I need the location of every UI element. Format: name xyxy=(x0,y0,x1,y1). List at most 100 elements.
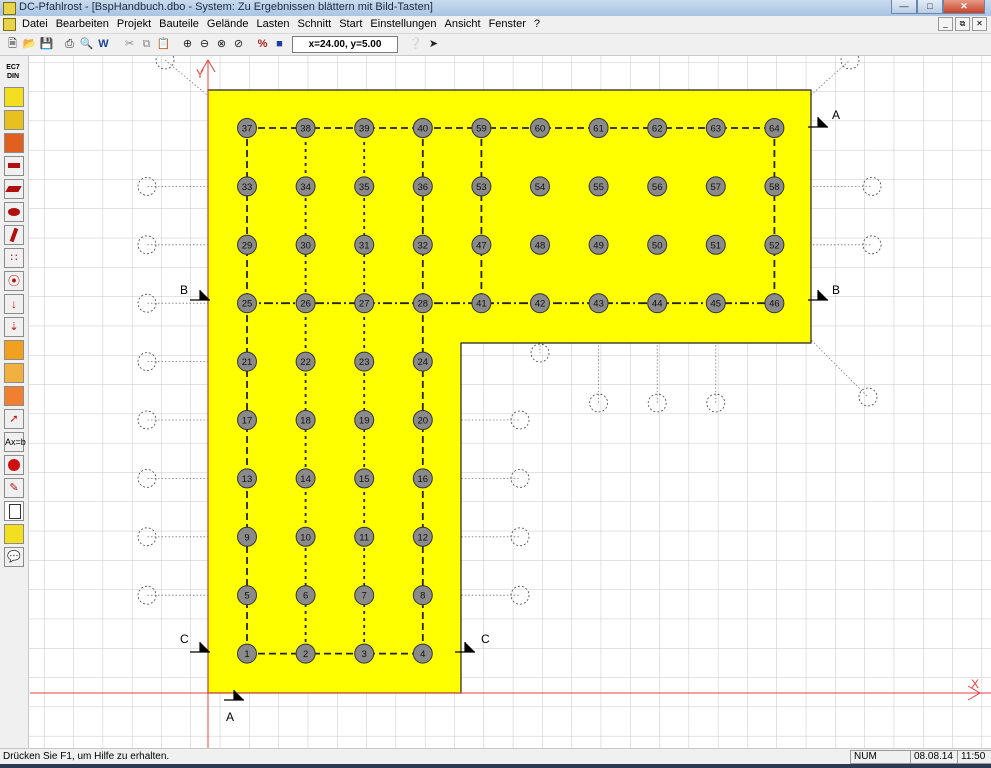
maximize-button[interactable]: □ xyxy=(917,0,943,14)
pile-44[interactable]: 44 xyxy=(647,293,668,314)
pile-46[interactable]: 46 xyxy=(764,293,785,314)
menu-bearbeiten[interactable]: Bearbeiten xyxy=(56,18,109,30)
menu-help[interactable]: ? xyxy=(534,18,540,30)
percent-icon[interactable]: % xyxy=(255,37,270,52)
pile-63[interactable]: 63 xyxy=(705,118,726,138)
pile-10[interactable]: 10 xyxy=(295,526,316,547)
menu-bauteile[interactable]: Bauteile xyxy=(159,18,199,30)
pile-16[interactable]: 16 xyxy=(412,468,433,489)
pile-48[interactable]: 48 xyxy=(530,234,550,255)
pile-37[interactable]: 37 xyxy=(237,118,257,138)
new-file-icon[interactable]: 🗎 xyxy=(5,37,20,52)
pile-7[interactable]: 7 xyxy=(354,585,375,606)
pile-13[interactable]: 13 xyxy=(237,468,257,489)
pile-14[interactable]: 14 xyxy=(295,468,316,489)
soil-profile-tool[interactable] xyxy=(4,110,24,130)
pile-3[interactable]: 3 xyxy=(354,643,375,664)
pile-32[interactable]: 32 xyxy=(412,234,433,255)
pile-49[interactable]: 49 xyxy=(588,234,609,255)
pile-45[interactable]: 45 xyxy=(705,293,726,314)
copy-icon[interactable]: ⧉ xyxy=(139,37,154,52)
point-load-tool[interactable]: ↓ xyxy=(4,294,24,314)
pile-53[interactable]: 53 xyxy=(471,176,492,197)
disc-tool[interactable] xyxy=(4,202,24,222)
line-load-tool[interactable]: ⇣ xyxy=(4,317,24,337)
pile-54[interactable]: 54 xyxy=(530,176,550,197)
pile-60[interactable]: 60 xyxy=(530,118,550,138)
pile-circle-tool[interactable]: ⦿ xyxy=(4,271,24,291)
zoom-window-icon[interactable]: ⊗ xyxy=(214,37,229,52)
pile-23[interactable]: 23 xyxy=(354,351,375,372)
colors-icon[interactable]: ■ xyxy=(272,37,287,52)
pile-20[interactable]: 20 xyxy=(412,410,433,430)
pile-grid-drawing[interactable]: X Y AAB BC C 1 2 3 45 6 7 89 10 11 1213 14 15 1617 18 19… xyxy=(29,56,991,748)
pile-38[interactable]: 38 xyxy=(295,118,316,138)
pile-19[interactable]: 19 xyxy=(354,410,375,430)
solver-tool[interactable]: Ax=b xyxy=(4,432,26,452)
pile-30[interactable]: 30 xyxy=(295,234,316,255)
menu-projekt[interactable]: Projekt xyxy=(117,18,151,30)
pile-1[interactable]: 1 xyxy=(237,643,257,664)
menu-start[interactable]: Start xyxy=(339,18,362,30)
pile-55[interactable]: 55 xyxy=(588,176,609,197)
pile-43[interactable]: 43 xyxy=(588,293,609,314)
menu-einstellungen[interactable]: Einstellungen xyxy=(370,18,436,30)
close-button[interactable]: ✕ xyxy=(943,0,985,14)
pile-15[interactable]: 15 xyxy=(354,468,375,489)
pile-12[interactable]: 12 xyxy=(412,526,433,547)
word-export-icon[interactable]: W xyxy=(96,37,111,52)
pile-47[interactable]: 47 xyxy=(471,234,492,255)
pile-52[interactable]: 52 xyxy=(764,234,785,255)
pile-56[interactable]: 56 xyxy=(647,176,668,197)
pile-27[interactable]: 27 xyxy=(354,293,375,314)
slab-tool[interactable] xyxy=(4,179,24,199)
mdi-restore-button[interactable]: ⧉ xyxy=(955,17,970,31)
pile-11[interactable]: 11 xyxy=(354,526,375,547)
pile-18[interactable]: 18 xyxy=(295,410,316,430)
save-icon[interactable]: 💾 xyxy=(39,37,54,52)
open-folder-icon[interactable]: 📂 xyxy=(22,37,37,52)
pile-4[interactable]: 4 xyxy=(412,643,433,664)
pile-2[interactable]: 2 xyxy=(295,643,316,664)
pile-28[interactable]: 28 xyxy=(412,293,433,314)
pile-9[interactable]: 9 xyxy=(237,526,257,547)
zoom-out-icon[interactable]: ⊖ xyxy=(197,37,212,52)
pile-grid-tool[interactable]: ∷ xyxy=(4,248,24,268)
moment-load-tool[interactable] xyxy=(4,363,24,383)
pile-5[interactable]: 5 xyxy=(237,585,257,606)
pile-41[interactable]: 41 xyxy=(471,293,492,314)
pile-33[interactable]: 33 xyxy=(237,176,257,197)
area-load-tool[interactable] xyxy=(4,340,24,360)
help-icon[interactable]: ❔ xyxy=(408,37,423,52)
cut-icon[interactable]: ✂ xyxy=(122,37,137,52)
pile-6[interactable]: 6 xyxy=(295,585,316,606)
document-icon[interactable] xyxy=(3,18,16,31)
pile-25[interactable]: 25 xyxy=(237,293,257,314)
pile-57[interactable]: 57 xyxy=(705,176,726,197)
column-tool[interactable] xyxy=(4,225,24,245)
context-help-icon[interactable]: ➤ xyxy=(426,37,441,52)
pile-22[interactable]: 22 xyxy=(295,351,316,372)
soil-layer-tool[interactable] xyxy=(4,87,24,107)
paste-icon[interactable]: 📋 xyxy=(156,37,171,52)
pile-34[interactable]: 34 xyxy=(295,176,316,197)
pile-62[interactable]: 62 xyxy=(647,118,668,138)
menu-lasten[interactable]: Lasten xyxy=(257,18,290,30)
zoom-all-icon[interactable]: ⊘ xyxy=(231,37,246,52)
pile-40[interactable]: 40 xyxy=(412,118,433,138)
report-tool[interactable] xyxy=(4,501,24,521)
select-tool[interactable] xyxy=(4,524,24,544)
mdi-minimize-button[interactable]: _ xyxy=(938,17,953,31)
menu-datei[interactable]: Datei xyxy=(22,18,48,30)
pile-29[interactable]: 29 xyxy=(237,234,257,255)
pile-cap-tool[interactable] xyxy=(4,133,24,153)
pile-36[interactable]: 36 xyxy=(412,176,433,197)
zoom-in-icon[interactable]: ⊕ xyxy=(180,37,195,52)
pile-8[interactable]: 8 xyxy=(412,585,433,606)
pile-59[interactable]: 59 xyxy=(471,118,492,138)
pile-58[interactable]: 58 xyxy=(764,176,785,197)
pile-39[interactable]: 39 xyxy=(354,118,375,138)
menu-ansicht[interactable]: Ansicht xyxy=(444,18,480,30)
graph-tool[interactable]: ➚ xyxy=(4,409,24,429)
stop-tool[interactable] xyxy=(4,455,24,475)
